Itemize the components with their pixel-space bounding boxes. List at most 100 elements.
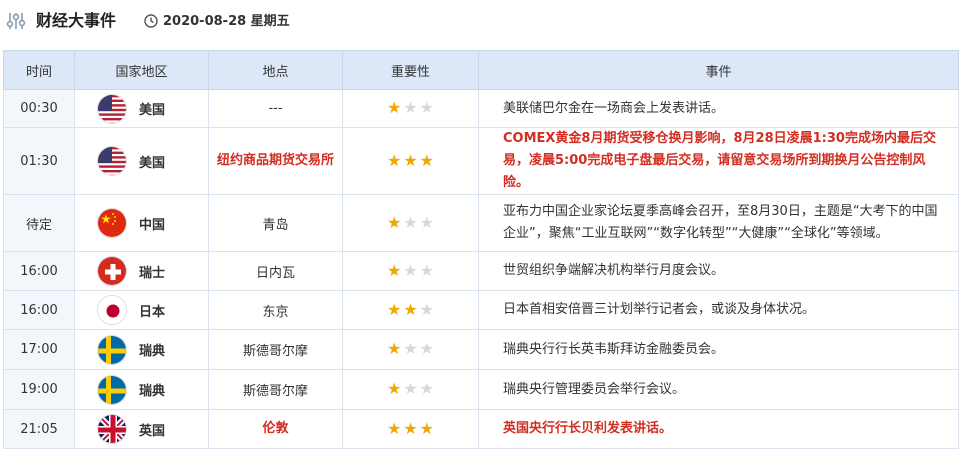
jp-flag-icon bbox=[97, 295, 127, 325]
importance-stars: ★ ★ ★ bbox=[386, 299, 435, 319]
star-icon: ★ bbox=[386, 299, 402, 319]
star-icon: ★ bbox=[419, 98, 435, 117]
time-cell: 01:30 bbox=[3, 127, 75, 195]
country-name: 英国 bbox=[139, 423, 166, 439]
event-cell: 英国央行行长贝利发表讲话。 bbox=[478, 409, 959, 449]
column-header-event: 事件 bbox=[478, 50, 959, 90]
column-header-time: 时间 bbox=[3, 50, 75, 90]
table-row: 16:00 日本 东京 ★ ★ ★ 日本首相安倍晋三计划举行记者会，或谈及身体状况。 bbox=[3, 290, 959, 330]
us-flag-icon bbox=[97, 146, 127, 176]
page-title: 财经大事件 bbox=[36, 11, 117, 30]
date-label: 2020-08-28 星期五 bbox=[163, 14, 290, 29]
country-name: 美国 bbox=[139, 103, 166, 118]
importance-stars: ★ ★ ★ bbox=[387, 381, 434, 397]
cn-flag-icon bbox=[97, 208, 127, 238]
time-cell: 待定 bbox=[3, 194, 75, 252]
star-icon: ★ bbox=[419, 150, 435, 170]
star-icon: ★ bbox=[403, 260, 418, 280]
star-icon: ★ bbox=[403, 379, 418, 398]
importance-stars: ★ ★ ★ bbox=[386, 150, 435, 170]
se-flag-icon bbox=[97, 374, 127, 405]
star-icon: ★ bbox=[403, 98, 418, 117]
event-cell: 日本首相安倍晋三计划举行记者会，或谈及身体状况。 bbox=[478, 290, 959, 330]
country-cell: 美国 bbox=[74, 89, 209, 128]
us-flag-icon bbox=[97, 93, 127, 124]
sliders-icon bbox=[6, 13, 26, 29]
star-icon: ★ bbox=[386, 212, 402, 232]
place-cell: 斯德哥尔摩 bbox=[208, 369, 343, 410]
importance-stars: ★ ★ ★ bbox=[387, 341, 434, 357]
ch-flag-icon bbox=[97, 256, 127, 286]
star-icon: ★ bbox=[386, 150, 402, 170]
place-cell: 东京 bbox=[208, 290, 343, 330]
country-cell: 瑞士 bbox=[74, 251, 209, 291]
country-cell: 日本 bbox=[74, 290, 209, 330]
star-icon: ★ bbox=[403, 212, 418, 232]
column-header-country: 国家地区 bbox=[74, 50, 209, 90]
country-name: 瑞士 bbox=[139, 265, 166, 281]
importance-stars: ★ ★ ★ bbox=[386, 212, 435, 232]
place-cell: --- bbox=[208, 89, 343, 128]
importance-stars: ★ ★ ★ bbox=[386, 418, 435, 438]
clock-icon bbox=[144, 14, 158, 28]
time-cell: 16:00 bbox=[3, 290, 75, 330]
star-icon: ★ bbox=[403, 339, 418, 358]
table-row: 待定 中国 青岛 ★ ★ ★ 亚布力中国企业家论坛夏季高峰会召开，至8月30日，主题是“大考… bbox=[3, 194, 959, 252]
star-icon: ★ bbox=[419, 418, 435, 438]
uk-flag-icon bbox=[97, 414, 127, 444]
importance-cell: ★ ★ ★ bbox=[342, 409, 479, 449]
event-cell: 瑞典央行行长英韦斯拜访金融委员会。 bbox=[478, 329, 959, 370]
time-cell: 00:30 bbox=[3, 89, 75, 128]
table-row: 01:30 美国 纽约商品期货交易所 ★ ★ ★ COMEX黄金8月期货受移仓换月影响，8月… bbox=[3, 127, 959, 195]
table-row: 17:00 瑞典 斯德哥尔摩 ★ ★ ★ 瑞典央行行长英韦斯拜访金融委员会。 bbox=[3, 329, 959, 370]
star-icon: ★ bbox=[403, 418, 418, 438]
table-header-row: 时间 国家地区 地点 重要性 事件 bbox=[3, 50, 959, 90]
time-cell: 21:05 bbox=[3, 409, 75, 449]
event-cell: COMEX黄金8月期货受移仓换月影响，8月28日凌晨1:30完成场内最后交易，凌… bbox=[478, 127, 959, 195]
place-cell: 纽约商品期货交易所 bbox=[208, 127, 343, 195]
importance-cell: ★ ★ ★ bbox=[342, 194, 479, 252]
star-icon: ★ bbox=[419, 212, 435, 232]
column-header-place: 地点 bbox=[208, 50, 343, 90]
importance-stars: ★ ★ ★ bbox=[386, 260, 435, 280]
star-icon: ★ bbox=[403, 150, 418, 170]
time-cell: 19:00 bbox=[3, 369, 75, 410]
event-cell: 世贸组织争端解决机构举行月度会议。 bbox=[478, 251, 959, 291]
star-icon: ★ bbox=[419, 339, 435, 358]
importance-cell: ★ ★ ★ bbox=[342, 251, 479, 291]
star-icon: ★ bbox=[386, 418, 402, 438]
table-row: 16:00 瑞士 日内瓦 ★ ★ ★ 世贸组织争端解决机构举行月度会议。 bbox=[3, 251, 959, 291]
place-cell: 日内瓦 bbox=[208, 251, 343, 291]
star-icon: ★ bbox=[419, 260, 435, 280]
star-icon: ★ bbox=[419, 379, 435, 398]
column-header-importance: 重要性 bbox=[342, 50, 479, 90]
se-flag-icon bbox=[97, 334, 127, 365]
importance-cell: ★ ★ ★ bbox=[342, 89, 479, 128]
place-cell: 青岛 bbox=[208, 194, 343, 252]
country-cell: 瑞典 bbox=[74, 329, 209, 370]
table-row: 19:00 瑞典 斯德哥尔摩 ★ ★ ★ 瑞典央行管理委员会举行会议。 bbox=[3, 369, 959, 410]
country-name: 瑞典 bbox=[139, 344, 166, 359]
time-cell: 17:00 bbox=[3, 329, 75, 370]
importance-stars: ★ ★ ★ bbox=[387, 100, 434, 116]
country-cell: 瑞典 bbox=[74, 369, 209, 410]
importance-cell: ★ ★ ★ bbox=[342, 127, 479, 195]
star-icon: ★ bbox=[386, 260, 402, 280]
time-cell: 16:00 bbox=[3, 251, 75, 291]
star-icon: ★ bbox=[419, 299, 435, 319]
country-cell: 美国 bbox=[74, 127, 209, 195]
country-name: 中国 bbox=[139, 217, 166, 233]
country-name: 美国 bbox=[139, 155, 166, 171]
importance-cell: ★ ★ ★ bbox=[342, 369, 479, 410]
country-cell: 中国 bbox=[74, 194, 209, 252]
table-row: 00:30 美国 --- ★ ★ ★ 美联储巴尔金在一场商会上发表讲话。 bbox=[3, 89, 959, 128]
event-cell: 美联储巴尔金在一场商会上发表讲话。 bbox=[478, 89, 959, 128]
star-icon: ★ bbox=[386, 379, 402, 398]
star-icon: ★ bbox=[386, 339, 402, 358]
event-cell: 亚布力中国企业家论坛夏季高峰会召开，至8月30日，主题是“大考下的中国企业”，聚… bbox=[478, 194, 959, 252]
event-cell: 瑞典央行管理委员会举行会议。 bbox=[478, 369, 959, 410]
place-cell: 斯德哥尔摩 bbox=[208, 329, 343, 370]
table-row: 21:05 英国 伦敦 ★ ★ ★ 英国央行行长贝利发表讲话。 bbox=[3, 409, 959, 449]
star-icon: ★ bbox=[403, 299, 418, 319]
importance-cell: ★ ★ ★ bbox=[342, 329, 479, 370]
